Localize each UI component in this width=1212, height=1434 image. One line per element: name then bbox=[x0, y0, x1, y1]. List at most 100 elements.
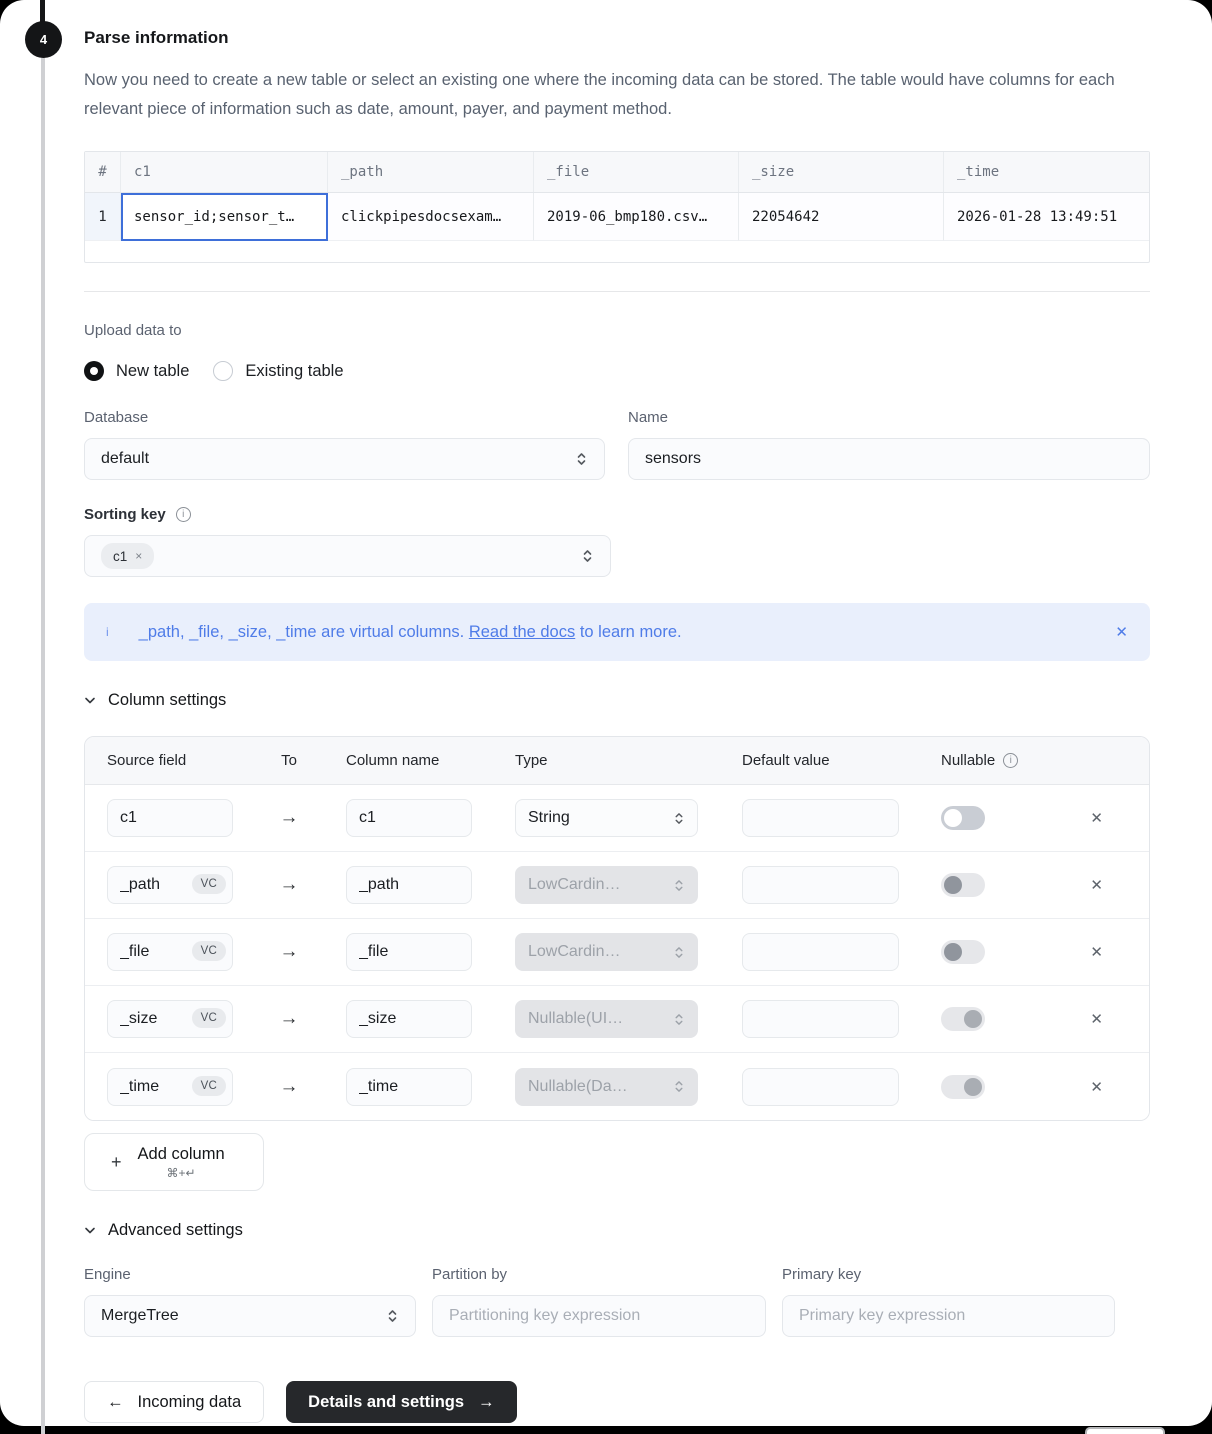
radio-selected-icon[interactable] bbox=[84, 361, 104, 381]
column-settings-header: Source field To Column name Type Default… bbox=[85, 737, 1149, 785]
column-name-input[interactable] bbox=[359, 943, 459, 961]
remove-column-icon[interactable]: ✕ bbox=[1090, 943, 1103, 961]
page-description: Now you need to create a new table or se… bbox=[84, 66, 1134, 124]
source-field[interactable]: VC bbox=[107, 1000, 233, 1038]
column-name-field[interactable] bbox=[346, 1068, 472, 1106]
toggle-knob bbox=[964, 1010, 982, 1028]
peek-element bbox=[1085, 1427, 1165, 1434]
column-name-field[interactable] bbox=[346, 866, 472, 904]
nullable-toggle[interactable] bbox=[941, 806, 985, 830]
add-column-shortcut: ⌘+↵ bbox=[138, 1166, 225, 1180]
preview-col-header-c1: c1 bbox=[121, 152, 328, 192]
details-and-settings-label: Details and settings bbox=[308, 1393, 464, 1412]
incoming-data-button[interactable]: ← Incoming data bbox=[84, 1381, 264, 1423]
remove-column-icon[interactable]: ✕ bbox=[1090, 1078, 1103, 1096]
read-the-docs-link[interactable]: Read the docs bbox=[469, 623, 575, 641]
primary-key-input[interactable] bbox=[799, 1307, 1098, 1325]
column-name-field[interactable] bbox=[346, 1000, 472, 1038]
header-to: To bbox=[277, 752, 301, 769]
virtual-column-badge: VC bbox=[192, 1076, 226, 1096]
preview-col-header-path: _path bbox=[328, 152, 534, 192]
preview-row-index: 1 bbox=[85, 193, 121, 241]
default-value-field[interactable] bbox=[742, 799, 899, 837]
details-and-settings-button[interactable]: Details and settings → bbox=[286, 1381, 516, 1423]
name-label: Name bbox=[628, 409, 1150, 426]
header-default-value: Default value bbox=[742, 752, 899, 769]
column-name-field[interactable] bbox=[346, 799, 472, 837]
remove-column-icon[interactable]: ✕ bbox=[1090, 809, 1103, 827]
remove-column-icon[interactable]: ✕ bbox=[1090, 1010, 1103, 1028]
default-value-field[interactable] bbox=[742, 1000, 899, 1038]
default-value-input[interactable] bbox=[755, 1078, 886, 1096]
preview-table: # c1 _path _file _size _time 1 sensor_id… bbox=[84, 151, 1150, 263]
chevron-updown-icon bbox=[581, 548, 594, 564]
default-value-field[interactable] bbox=[742, 1068, 899, 1106]
chevron-updown-icon bbox=[386, 1308, 399, 1324]
radio-unselected-icon[interactable] bbox=[213, 361, 233, 381]
preview-col-header-file: _file bbox=[534, 152, 739, 192]
column-name-input[interactable] bbox=[359, 1078, 459, 1096]
type-select[interactable]: String bbox=[515, 799, 698, 837]
column-name-field[interactable] bbox=[346, 933, 472, 971]
nullable-toggle-disabled bbox=[941, 1075, 985, 1099]
preview-cell-time[interactable]: 2026-01-28 13:49:51 bbox=[944, 193, 1149, 241]
info-icon[interactable]: i bbox=[1003, 753, 1018, 768]
advanced-settings-title: Advanced settings bbox=[108, 1221, 243, 1240]
type-select-disabled: LowCardin… bbox=[515, 866, 698, 904]
preview-cell-path[interactable]: clickpipesdocsexam… bbox=[328, 193, 534, 241]
advanced-settings-toggle[interactable]: Advanced settings bbox=[84, 1221, 1150, 1240]
column-name-input[interactable] bbox=[359, 876, 459, 894]
table-name-input[interactable] bbox=[645, 450, 1133, 468]
step-number-badge: 4 bbox=[25, 21, 62, 58]
sorting-key-select[interactable]: c1 × bbox=[84, 535, 611, 577]
partition-by-input[interactable] bbox=[449, 1307, 749, 1325]
database-select[interactable]: default bbox=[84, 438, 605, 480]
banner-text-after: to learn more. bbox=[575, 623, 681, 641]
column-row-file: VC → LowCardin… ✕ bbox=[85, 919, 1149, 986]
banner-close-icon[interactable]: ✕ bbox=[1115, 623, 1128, 641]
engine-value: MergeTree bbox=[101, 1307, 179, 1325]
default-value-input[interactable] bbox=[755, 943, 886, 961]
chevron-updown-icon bbox=[673, 878, 685, 893]
engine-select[interactable]: MergeTree bbox=[84, 1295, 416, 1337]
preview-cell-size[interactable]: 22054642 bbox=[739, 193, 944, 241]
footer-actions: ← Incoming data Details and settings → bbox=[84, 1381, 1150, 1423]
column-row-time: VC → Nullable(Da… ✕ bbox=[85, 1053, 1149, 1120]
default-value-input[interactable] bbox=[755, 1010, 886, 1028]
upload-destination-radios: New table Existing table bbox=[84, 361, 1150, 381]
default-value-field[interactable] bbox=[742, 866, 899, 904]
source-field[interactable]: VC bbox=[107, 866, 233, 904]
preview-cell-file[interactable]: 2019-06_bmp180.csv… bbox=[534, 193, 739, 241]
radio-new-table[interactable]: New table bbox=[84, 361, 189, 381]
column-name-input[interactable] bbox=[359, 809, 459, 827]
preview-cell-c1[interactable]: sensor_id;sensor_t… bbox=[121, 193, 328, 241]
chip-remove-icon[interactable]: × bbox=[135, 549, 142, 563]
chevron-down-icon bbox=[84, 697, 96, 705]
column-settings-toggle[interactable]: Column settings bbox=[84, 691, 1150, 710]
primary-key-field[interactable] bbox=[782, 1295, 1115, 1337]
default-value-input[interactable] bbox=[755, 876, 886, 894]
source-field-input[interactable] bbox=[120, 809, 220, 827]
info-icon[interactable]: i bbox=[176, 507, 191, 522]
column-settings-title: Column settings bbox=[108, 691, 226, 710]
default-value-field[interactable] bbox=[742, 933, 899, 971]
add-column-button[interactable]: + Add column ⌘+↵ bbox=[84, 1133, 264, 1191]
primary-key-label: Primary key bbox=[782, 1266, 1115, 1283]
chevron-updown-icon bbox=[575, 451, 588, 467]
remove-column-icon[interactable]: ✕ bbox=[1090, 876, 1103, 894]
source-field[interactable]: VC bbox=[107, 1068, 233, 1106]
chevron-updown-icon bbox=[673, 1012, 685, 1027]
banner-info-icon: i bbox=[106, 625, 109, 639]
table-name-field[interactable] bbox=[628, 438, 1150, 480]
source-field[interactable] bbox=[107, 799, 233, 837]
engine-label: Engine bbox=[84, 1266, 416, 1283]
radio-existing-table[interactable]: Existing table bbox=[213, 361, 343, 381]
toggle-knob bbox=[944, 943, 962, 961]
column-name-input[interactable] bbox=[359, 1010, 459, 1028]
preview-table-footer bbox=[85, 241, 1149, 262]
partition-by-field[interactable] bbox=[432, 1295, 766, 1337]
arrow-left-icon: ← bbox=[107, 1393, 124, 1412]
column-row-size: VC → Nullable(UI… ✕ bbox=[85, 986, 1149, 1053]
default-value-input[interactable] bbox=[755, 809, 886, 827]
source-field[interactable]: VC bbox=[107, 933, 233, 971]
